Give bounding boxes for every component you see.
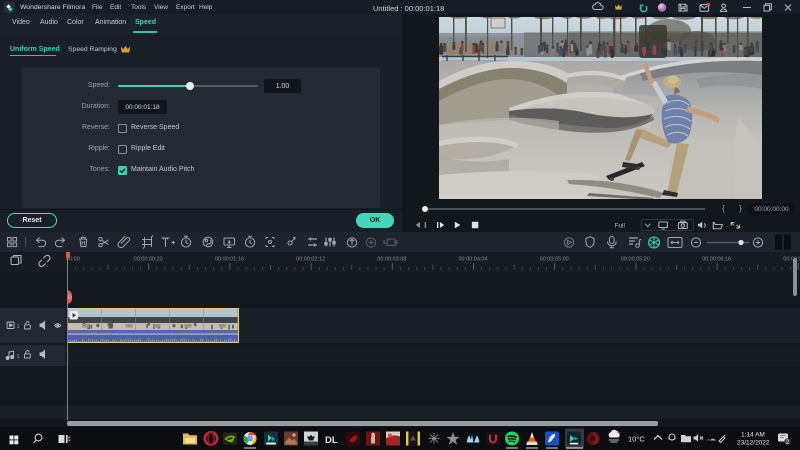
svg-text:DL: DL bbox=[325, 435, 338, 446]
svg-text:00:00:04:04: 00:00:04:04 bbox=[458, 257, 487, 263]
svg-text:1:14 AM: 1:14 AM bbox=[741, 432, 765, 439]
svg-text:00:00:05:20: 00:00:05:20 bbox=[621, 257, 650, 263]
svg-text:1: 1 bbox=[17, 324, 20, 330]
svg-text:00:00:03:08: 00:00:03:08 bbox=[377, 257, 406, 263]
svg-text:00:00:01:16: 00:00:01:16 bbox=[215, 257, 244, 263]
svg-text:1: 1 bbox=[17, 354, 20, 360]
svg-text:00:00:06:16: 00:00:06:16 bbox=[702, 257, 731, 263]
svg-text:00:00:02:12: 00:00:02:12 bbox=[296, 257, 325, 263]
svg-text:00:00:00:20: 00:00:00:20 bbox=[134, 257, 163, 263]
svg-text:10°C: 10°C bbox=[628, 435, 645, 444]
svg-text:Full: Full bbox=[615, 223, 625, 230]
svg-text:23/12/2022: 23/12/2022 bbox=[737, 440, 770, 447]
svg-text:00:00:07:12: 00:00:07:12 bbox=[783, 257, 800, 263]
svg-text:00:00:05:00: 00:00:05:00 bbox=[540, 257, 569, 263]
